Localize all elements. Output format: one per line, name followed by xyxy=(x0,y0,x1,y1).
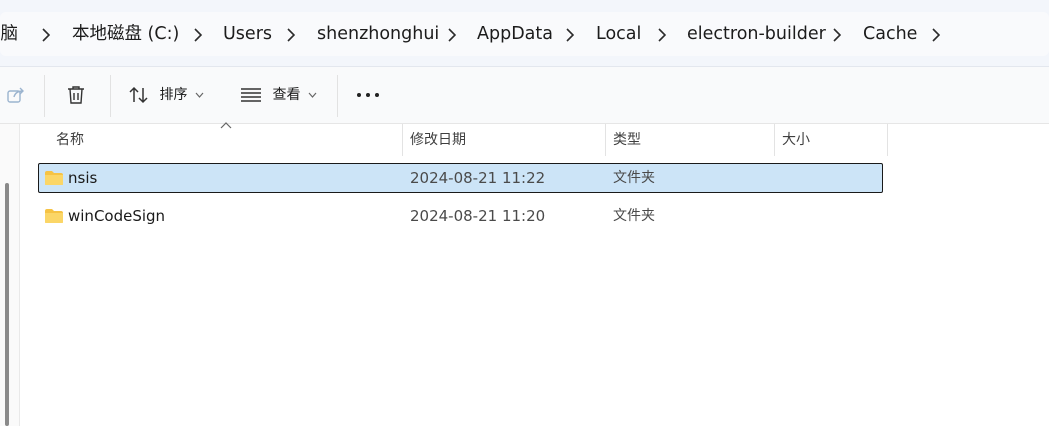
file-type: 文件夹 xyxy=(613,170,655,186)
folder-icon xyxy=(45,209,63,223)
file-name[interactable]: winCodeSign xyxy=(68,202,165,230)
sort-label: 排序 xyxy=(159,87,188,103)
command-bar: 排序 查看 xyxy=(0,67,1049,124)
breadcrumb-item-local-disk[interactable]: 本地磁盘 (C:) xyxy=(72,12,179,56)
file-modified: 2024-08-21 11:22 xyxy=(410,169,546,187)
chevron-down-icon xyxy=(195,92,204,98)
chevron-right-icon[interactable] xyxy=(930,12,942,56)
chevron-right-icon[interactable] xyxy=(564,12,576,56)
navigation-pane-edge xyxy=(0,124,20,426)
chevron-right-icon[interactable] xyxy=(831,12,843,56)
breadcrumb-item-appdata[interactable]: AppData xyxy=(477,12,553,56)
column-header-size[interactable]: 大小 xyxy=(782,124,887,156)
view-label: 查看 xyxy=(272,87,301,103)
sort-button[interactable]: 排序 xyxy=(128,67,204,123)
breadcrumb-item-electron-builder[interactable]: electron-builder xyxy=(687,12,826,56)
view-button[interactable]: 查看 xyxy=(240,67,317,123)
delete-button[interactable] xyxy=(65,67,87,123)
column-header-name[interactable]: 名称 xyxy=(56,124,402,156)
breadcrumb-item-cache[interactable]: Cache xyxy=(863,12,917,56)
scrollbar-thumb[interactable] xyxy=(5,183,9,426)
more-icon xyxy=(357,93,379,97)
breadcrumb-item-users[interactable]: Users xyxy=(223,12,272,56)
folder-icon xyxy=(45,171,63,185)
chevron-right-icon[interactable] xyxy=(446,12,458,56)
breadcrumb[interactable]: 电脑 本地磁盘 (C:) Users shenzhonghui AppData … xyxy=(0,12,1049,56)
address-bar-area: 电脑 本地磁盘 (C:) Users shenzhonghui AppData … xyxy=(0,0,1049,67)
more-options-button[interactable] xyxy=(356,67,380,123)
share-icon xyxy=(7,87,24,103)
column-header-type[interactable]: 类型 xyxy=(613,124,773,156)
column-header-date[interactable]: 修改日期 xyxy=(410,124,605,156)
file-type: 文件夹 xyxy=(613,208,655,224)
view-icon xyxy=(241,88,261,102)
chevron-right-icon[interactable] xyxy=(40,12,52,56)
chevron-down-icon xyxy=(308,92,317,98)
chevron-right-icon[interactable] xyxy=(285,12,297,56)
breadcrumb-item-user[interactable]: shenzhonghui xyxy=(317,12,439,56)
chevron-right-icon[interactable] xyxy=(656,12,668,56)
chevron-right-icon[interactable] xyxy=(192,12,204,56)
sort-icon xyxy=(129,86,148,104)
file-name[interactable]: nsis xyxy=(68,164,97,192)
share-button[interactable] xyxy=(6,67,26,123)
trash-icon xyxy=(68,86,84,104)
file-modified: 2024-08-21 11:20 xyxy=(410,207,546,225)
breadcrumb-item-this-pc[interactable]: 电脑 xyxy=(0,12,18,56)
file-row[interactable]: winCodeSign 2024-08-21 11:20 文件夹 xyxy=(38,201,883,231)
file-row[interactable]: nsis 2024-08-21 11:22 文件夹 xyxy=(38,163,883,193)
breadcrumb-item-local[interactable]: Local xyxy=(596,12,641,56)
